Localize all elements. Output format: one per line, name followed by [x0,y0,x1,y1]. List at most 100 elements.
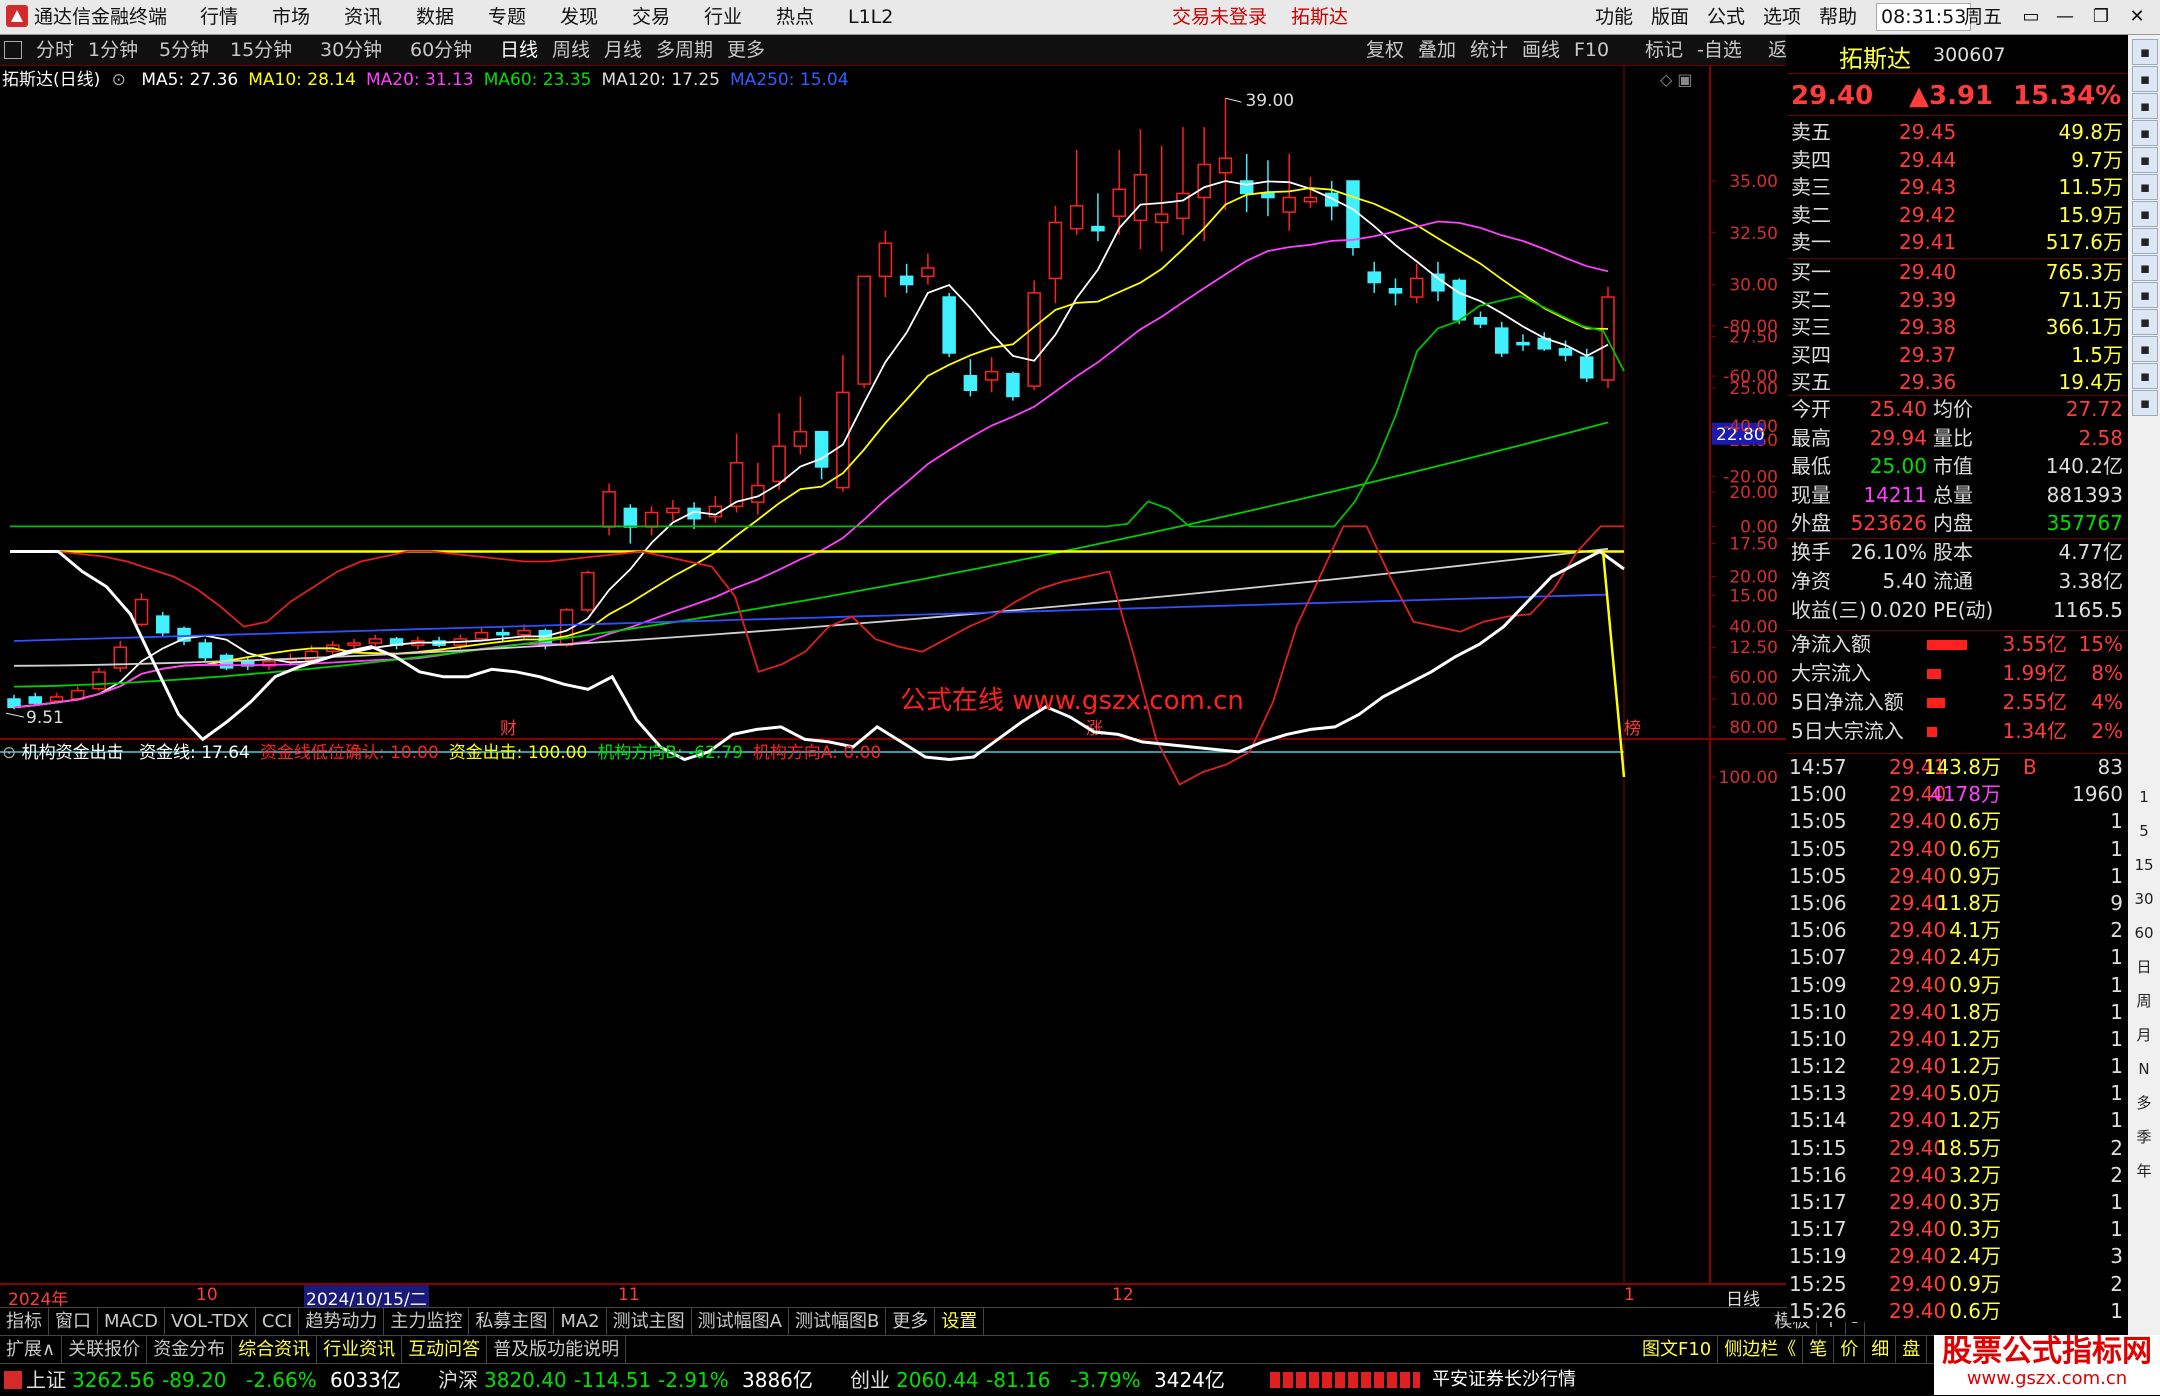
arrow-up-icon[interactable]: ▪ [2132,66,2158,92]
indicator-tab[interactable]: 趋势动力 [299,1308,385,1335]
sidebar-period-30[interactable]: 30 [2132,887,2156,911]
info-tab[interactable]: 资金分布 [147,1336,233,1363]
period-tab-5[interactable]: 60分钟 [410,35,472,65]
indicator-tab[interactable]: MA2 [554,1308,607,1335]
book-row[interactable]: 买二 29.39 71.1万 [1787,287,2127,315]
menu-2[interactable]: 资讯 [344,0,382,34]
f10-icon[interactable]: ▪ [2132,255,2158,281]
box-icon[interactable]: ▪ [2132,309,2158,335]
side-tab[interactable]: 盘 [1896,1336,1928,1363]
legend-toggle-icon[interactable]: ⊙ [112,70,126,90]
info-tab[interactable]: 互动问答 [402,1336,488,1363]
menu-6[interactable]: 交易 [632,0,670,34]
side-tab[interactable]: 价 [1834,1336,1866,1363]
chevron-up-icon[interactable]: ▪ [2132,39,2158,65]
book-row[interactable]: 卖五 29.45 49.8万 [1787,119,2127,147]
menu-9[interactable]: L1L2 [848,0,893,34]
period-tab-3[interactable]: 15分钟 [230,35,292,65]
book-row[interactable]: 买五 29.36 19.4万 [1787,369,2127,397]
sidebar-period-1[interactable]: 1 [2132,785,2156,809]
indicator-tab[interactable]: 窗口 [49,1308,98,1335]
right-menu-4[interactable]: 帮助 [1819,0,1857,34]
indicator-tab[interactable]: 指标 [0,1308,49,1335]
right-menu-2[interactable]: 公式 [1707,0,1745,34]
kline-chart[interactable]: 35.0032.5030.0027.5025.0022.5020.0017.50… [0,66,1786,1316]
maximize-icon[interactable]: ❐ [2086,4,2116,30]
indicator-tab[interactable]: 测试幅图B [789,1308,887,1335]
right-menu-0[interactable]: 功能 [1595,0,1633,34]
tool-0[interactable]: 复权 [1366,35,1404,65]
book-row[interactable]: 买一 29.40 765.3万 [1787,259,2127,287]
sidebar-period-季[interactable]: 季 [2132,1125,2156,1149]
tool-6[interactable]: -自选 [1697,35,1742,65]
sidebar-period-15[interactable]: 15 [2132,853,2156,877]
indicator-tab[interactable]: CCI [256,1308,300,1335]
panel-toggle-icon[interactable] [4,41,22,59]
menu-5[interactable]: 发现 [560,0,598,34]
box-icon[interactable]: ▪ [2132,363,2158,389]
menu-4[interactable]: 专题 [488,0,526,34]
indicator-tab[interactable]: MACD [98,1308,165,1335]
info-tab[interactable]: 综合资讯 [232,1336,318,1363]
side-tab[interactable]: 侧边栏《 [1718,1336,1804,1363]
circle-icon[interactable]: ▪ [2132,390,2158,416]
period-tab-10[interactable]: 更多 [727,35,765,65]
chart-corner-icons[interactable]: ◇ ▣ [1660,70,1693,89]
arrow-down-icon[interactable]: ▪ [2132,93,2158,119]
tick-list[interactable]: 14:57 29.41 143.8万 B 83 15:00 29.40 4178万 1960 15… [1787,753,2127,1325]
sidebar-period-年[interactable]: 年 [2132,1159,2156,1183]
menu-1[interactable]: 市场 [272,0,310,34]
book-row[interactable]: 卖一 29.41 517.6万 [1787,229,2127,257]
book-row[interactable]: 卖二 29.42 15.9万 [1787,202,2127,230]
book-row[interactable]: 买三 29.38 366.1万 [1787,314,2127,342]
period-tab-8[interactable]: 月线 [604,35,642,65]
grid-icon[interactable]: ▪ [2132,228,2158,254]
sidebar-period-N[interactable]: N [2132,1057,2156,1081]
menu-0[interactable]: 行情 [200,0,238,34]
sidebar-period-5[interactable]: 5 [2132,819,2156,843]
indicator-toggle-icon[interactable]: ⊙ [2,743,16,763]
tool-2[interactable]: 统计 [1470,35,1508,65]
book-row[interactable]: 买四 29.37 1.5万 [1787,342,2127,370]
period-tab-9[interactable]: 多周期 [656,35,713,65]
side-tab[interactable]: 笔 [1803,1336,1835,1363]
menu-3[interactable]: 数据 [416,0,454,34]
grid-icon[interactable]: ▪ [2132,147,2158,173]
sidebar-period-60[interactable]: 60 [2132,921,2156,945]
right-menu-3[interactable]: 选项 [1763,0,1801,34]
indicator-tab[interactable]: 更多 [886,1308,936,1335]
period-tab-4[interactable]: 30分钟 [320,35,382,65]
menu-8[interactable]: 热点 [776,0,814,34]
list-icon[interactable]: ▪ [2132,120,2158,146]
tool-3[interactable]: 画线 [1522,35,1560,65]
tool-4[interactable]: F10 [1574,35,1609,65]
side-tab[interactable]: 细 [1865,1336,1897,1363]
book-row[interactable]: 卖四 29.44 9.7万 [1787,147,2127,175]
indicator-tab[interactable]: 私募主图 [469,1308,555,1335]
sidebar-period-月[interactable]: 月 [2132,1023,2156,1047]
chart-icon[interactable]: ▪ [2132,174,2158,200]
indicator-tab[interactable]: 测试主图 [607,1308,692,1335]
period-tab-2[interactable]: 5分钟 [159,35,209,65]
menu-7[interactable]: 行业 [704,0,742,34]
info-tab[interactable]: 行业资讯 [317,1336,403,1363]
period-tab-1[interactable]: 1分钟 [88,35,138,65]
side-tab[interactable]: 图文F10 [1636,1336,1719,1363]
box-icon[interactable]: ▪ [2132,336,2158,362]
sidebar-period-多[interactable]: 多 [2132,1091,2156,1115]
minimize-icon[interactable]: — [2050,4,2080,30]
indicator-tab[interactable]: 测试幅图A [692,1308,789,1335]
sidebar-period-日[interactable]: 日 [2132,955,2156,979]
event-marker[interactable]: 榜 [1624,719,1641,739]
right-menu-1[interactable]: 版面 [1651,0,1689,34]
book-row[interactable]: 卖三 29.43 11.5万 [1787,174,2127,202]
info-tab[interactable]: 扩展∧ [0,1336,63,1363]
info-tab[interactable]: 普及版功能说明 [487,1336,627,1363]
indicator-tab[interactable]: VOL-TDX [165,1308,256,1335]
indicator-tab[interactable]: 主力监控 [384,1308,470,1335]
period-tab-6[interactable]: 日线 [500,35,538,65]
trade-status[interactable]: 交易未登录 [1172,0,1267,34]
close-icon[interactable]: ✕ [2122,4,2152,30]
tool-5[interactable]: 标记 [1645,35,1683,65]
indicator-tab[interactable]: 设置 [935,1308,985,1335]
